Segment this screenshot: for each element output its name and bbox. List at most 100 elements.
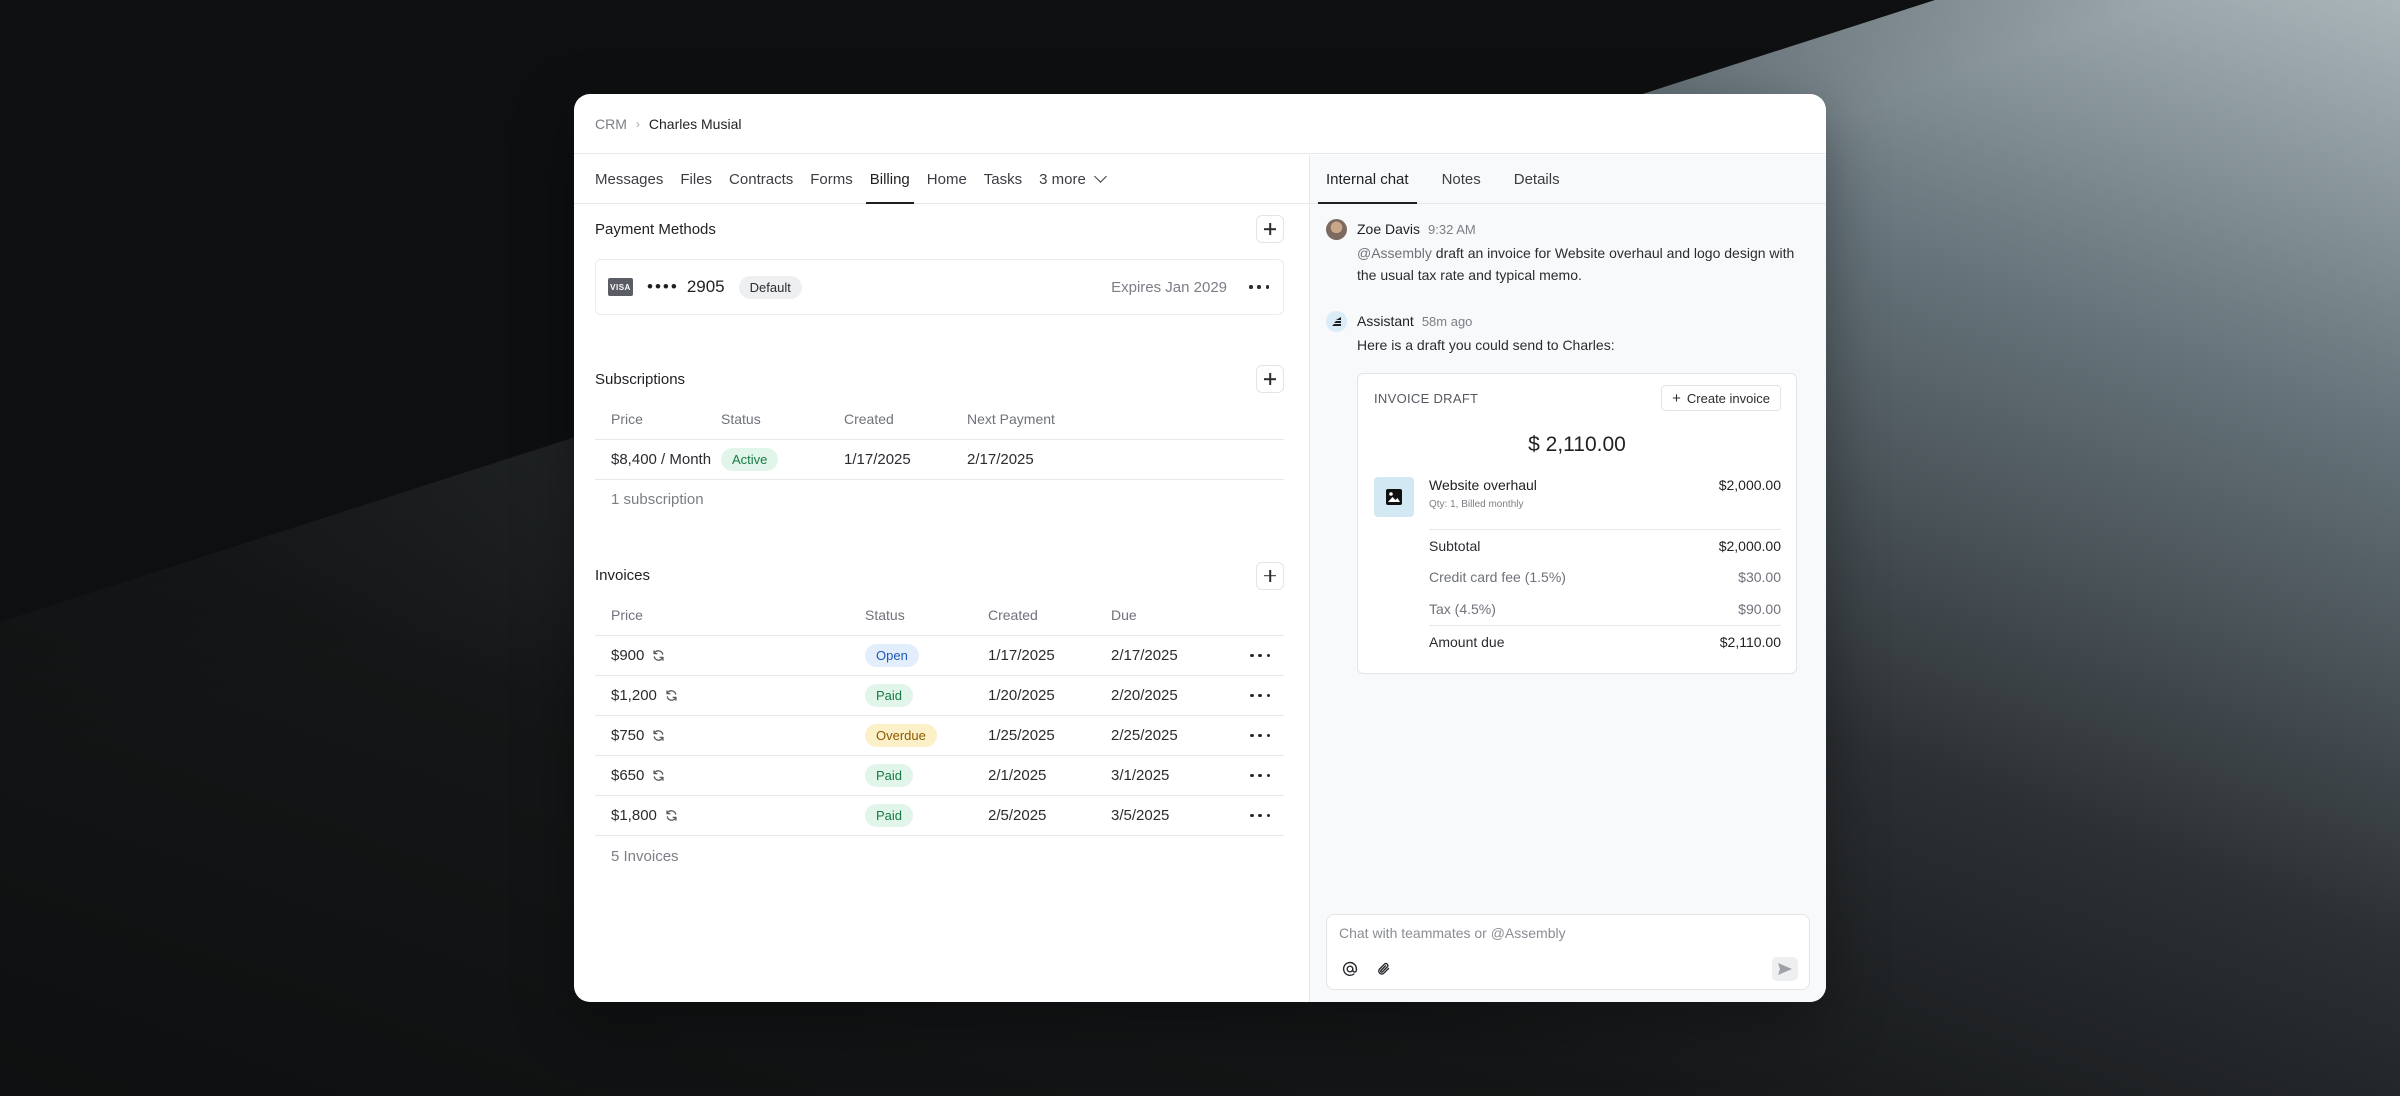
client-detail-panel: Messages Files Contracts Forms Billing H… (574, 155, 1310, 1002)
add-subscription-button[interactable] (1256, 365, 1284, 393)
summary-label: Subtotal (1429, 537, 1481, 554)
more-options-icon[interactable] (1249, 280, 1269, 294)
invoice-due: 3/1/2025 (1111, 755, 1244, 796)
more-options-icon[interactable] (1250, 809, 1270, 823)
tab-label: 3 more (1039, 170, 1086, 188)
line-item-title: Website overhaul (1429, 477, 1537, 493)
tab-label: Messages (595, 170, 664, 188)
table-row[interactable]: $900 Open 1/17/2025 2/17/2025 (595, 635, 1284, 676)
payment-methods-header: Payment Methods (595, 215, 1284, 243)
card-expiry: Expires Jan 2029 (1111, 278, 1227, 296)
column-header: Status (865, 595, 988, 636)
image-icon (1374, 477, 1414, 517)
tab-tasks[interactable]: Tasks (984, 155, 1022, 203)
invoice-price: $650 (611, 767, 645, 784)
column-header: Created (844, 399, 967, 440)
tab-label: Files (680, 170, 713, 188)
tab-label: Home (926, 170, 967, 188)
tab-billing[interactable]: Billing (865, 155, 914, 204)
create-invoice-button[interactable]: + Create invoice (1661, 385, 1781, 411)
recurring-icon (653, 770, 664, 781)
breadcrumb: CRM › Charles Musial (574, 94, 1826, 154)
more-options-icon[interactable] (1250, 729, 1270, 743)
invoice-total: $ 2,110.00 (1528, 433, 1626, 456)
subscription-created: 1/17/2025 (844, 439, 967, 480)
line-item-details: Qty: 1, Billed monthly (1429, 499, 1524, 510)
client-tabs: Messages Files Contracts Forms Billing H… (574, 155, 1309, 204)
section-title: Invoices (595, 567, 651, 584)
amount-due-row: Amount due $2,110.00 (1429, 625, 1781, 657)
summary-value: $2,110.00 (1719, 633, 1781, 650)
invoice-summary: Subtotal $2,000.00 Credit card fee (1.5%)… (1429, 529, 1781, 657)
at-mention-icon[interactable] (1341, 960, 1359, 978)
tab-contracts[interactable]: Contracts (729, 155, 793, 203)
invoice-created: 2/1/2025 (988, 755, 1111, 796)
summary-value: $90.00 (1738, 601, 1781, 617)
tab-label: Internal chat (1326, 170, 1409, 188)
invoices-header: Invoices (595, 561, 1284, 590)
breadcrumb-separator: › (635, 116, 640, 131)
tab-details[interactable]: Details (1514, 155, 1560, 203)
attachment-icon[interactable] (1375, 960, 1393, 978)
table-row[interactable]: $650 Paid 2/1/2025 3/1/2025 (595, 755, 1284, 796)
recurring-icon (666, 690, 677, 701)
default-badge: Default (738, 275, 802, 299)
section-title: Subscriptions (595, 370, 686, 388)
fee-row: Credit card fee (1.5%) $30.00 (1429, 561, 1781, 593)
more-options-icon[interactable] (1250, 689, 1270, 703)
send-button[interactable] (1772, 957, 1798, 981)
avatar (1326, 218, 1347, 240)
invoice-price: $900 (611, 647, 645, 664)
invoice-created: 1/20/2025 (988, 675, 1111, 716)
add-payment-method-button[interactable] (1256, 215, 1284, 243)
app-window: CRM › Charles Musial Messages Files Cont… (574, 94, 1826, 1002)
plus-icon: + (1672, 389, 1681, 407)
summary-value: $2,000.00 (1718, 537, 1781, 554)
table-row[interactable]: $1,200 Paid 1/20/2025 2/20/2025 (595, 675, 1284, 716)
invoice-draft-label: INVOICE DRAFT (1374, 390, 1479, 406)
mention[interactable]: @Assembly (1357, 245, 1432, 261)
recurring-icon (653, 730, 664, 741)
status-badge: Open (865, 644, 919, 667)
recurring-icon (653, 650, 664, 661)
tab-label: Billing (869, 170, 910, 188)
chat-input[interactable] (1339, 923, 1773, 943)
tab-label: Details (1513, 170, 1560, 188)
chevron-down-icon (1093, 170, 1107, 183)
send-icon (1778, 963, 1792, 975)
column-header: Created (988, 595, 1111, 636)
tab-files[interactable]: Files (680, 155, 712, 203)
card-mask: •••• (647, 277, 679, 296)
subtotal-row: Subtotal $2,000.00 (1429, 529, 1781, 561)
summary-label: Credit card fee (1.5%) (1429, 569, 1566, 585)
column-header: Due (1111, 595, 1244, 636)
table-row[interactable]: $8,400 / Month Active 1/17/2025 2/17/202… (595, 439, 1284, 480)
chat-message: Zoe Davis 9:32 AM @Assembly draft an inv… (1326, 218, 1810, 286)
breadcrumb-crm[interactable]: CRM (595, 116, 627, 132)
tab-internal-chat[interactable]: Internal chat (1318, 155, 1417, 204)
column-header: Status (721, 399, 844, 440)
add-invoice-button[interactable] (1256, 561, 1284, 590)
breadcrumb-current: Charles Musial (648, 115, 742, 132)
table-row[interactable]: $750 Overdue 1/25/2025 2/25/2025 (595, 715, 1284, 756)
status-badge: Paid (865, 684, 914, 707)
line-item-price: $2,000.00 (1718, 477, 1781, 493)
invoice-price: $1,800 (611, 807, 657, 824)
more-options-icon[interactable] (1250, 649, 1270, 663)
table-row[interactable]: $1,800 Paid 2/5/2025 3/5/2025 (595, 795, 1284, 836)
invoice-due: 2/17/2025 (1111, 635, 1244, 676)
tab-notes[interactable]: Notes (1442, 155, 1481, 203)
tab-home[interactable]: Home (927, 155, 967, 203)
more-options-icon[interactable] (1250, 769, 1270, 783)
status-badge: Paid (865, 804, 914, 827)
tab-forms[interactable]: Forms (810, 155, 853, 203)
summary-label: Tax (4.5%) (1429, 601, 1496, 617)
button-label: Create invoice (1686, 390, 1770, 406)
tab-more[interactable]: 3 more (1039, 155, 1107, 203)
column-header: Price (595, 595, 865, 636)
subscription-next-payment: 2/17/2025 (967, 439, 1284, 480)
invoice-created: 1/17/2025 (988, 635, 1111, 676)
status-badge: Overdue (865, 724, 937, 747)
tab-messages[interactable]: Messages (595, 155, 663, 203)
chat-tabs: Internal chat Notes Details (1310, 155, 1826, 204)
